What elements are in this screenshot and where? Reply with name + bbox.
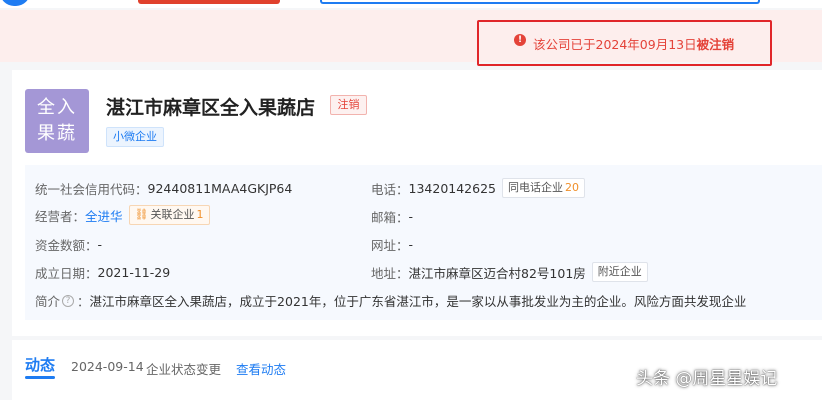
header-action-button[interactable] bbox=[138, 0, 280, 4]
phone-row: 电话： 13420142625 同电话企业 20 bbox=[371, 178, 585, 198]
address-value: 湛江市麻章区迈合村82号101房 bbox=[408, 265, 586, 281]
activity-tab-indicator bbox=[25, 376, 55, 379]
intro-row: 简介 ? ： 湛江市麻章区全入果蔬店，成立于2021年，位于广东省湛江市，是一家… bbox=[35, 291, 746, 310]
related-count: 1 bbox=[196, 208, 204, 221]
logo-line-1: 全入 bbox=[37, 97, 77, 118]
same-phone-companies-button[interactable]: 同电话企业 20 bbox=[502, 178, 585, 198]
credit-code-label: 统一社会信用代码： bbox=[35, 182, 148, 197]
address-row: 地址： 湛江市麻章区迈合村82号101房 附近企业 bbox=[371, 262, 648, 282]
operator-link[interactable]: 全进华 bbox=[85, 206, 123, 225]
warning-icon: ! bbox=[514, 34, 526, 46]
cancellation-notice: ! 该公司已于2024年09月13日被注销 bbox=[477, 20, 772, 66]
phone-value: 13420142625 bbox=[408, 180, 496, 196]
intro-text: 湛江市麻章区全入果蔬店，成立于2021年，位于广东省湛江市，是一家以从事批发业为… bbox=[89, 294, 747, 309]
capital-label: 资金数额： bbox=[35, 238, 98, 253]
capital-row: 资金数额： - bbox=[35, 235, 102, 254]
operator-label: 经营者： bbox=[35, 208, 86, 224]
capital-value: - bbox=[97, 237, 103, 252]
watermark: 头条 @周星星娱记 bbox=[636, 369, 778, 389]
company-logo: 全入 果蔬 bbox=[25, 89, 89, 153]
operator-row: 经营者： 全进华 ⛓ 关联企业 1 bbox=[35, 205, 210, 225]
help-icon[interactable]: ? bbox=[62, 294, 75, 307]
email-row: 邮箱： - bbox=[371, 207, 413, 226]
email-label: 邮箱： bbox=[371, 210, 409, 225]
search-input[interactable] bbox=[320, 0, 760, 4]
website-row: 网址： - bbox=[371, 235, 413, 254]
email-value: - bbox=[408, 209, 414, 224]
activity-title[interactable]: 动态 bbox=[25, 354, 55, 375]
company-type-tag[interactable]: 小微企业 bbox=[106, 127, 164, 147]
phone-label: 电话： bbox=[371, 181, 409, 197]
top-header bbox=[0, 0, 822, 8]
related-companies-button[interactable]: ⛓ 关联企业 1 bbox=[128, 205, 210, 225]
link-icon: ⛓ bbox=[134, 208, 149, 221]
activity-description: 企业状态变更 bbox=[146, 362, 222, 377]
same-phone-count: 20 bbox=[565, 181, 579, 194]
notice-text: 该公司已于2024年09月13日被注销 bbox=[533, 36, 735, 52]
activity-date: 2024-09-14 bbox=[71, 359, 144, 374]
status-badge: 注销 bbox=[330, 95, 367, 115]
nearby-companies-button[interactable]: 附近企业 bbox=[591, 262, 648, 282]
founded-row: 成立日期： 2021-11-29 bbox=[35, 263, 170, 282]
founded-label: 成立日期： bbox=[35, 266, 98, 281]
view-activity-link[interactable]: 查看动态 bbox=[236, 359, 286, 378]
notice-emphasis: 被注销 bbox=[696, 36, 735, 52]
company-name: 湛江市麻章区全入果蔬店 bbox=[106, 97, 316, 119]
website-value: - bbox=[408, 237, 414, 252]
logo-line-2: 果蔬 bbox=[37, 123, 77, 144]
address-label: 地址： bbox=[371, 265, 409, 281]
website-label: 网址： bbox=[371, 238, 409, 253]
credit-code-value: 92440811MAA4GKJP64 bbox=[147, 181, 293, 196]
intro-separator: ： bbox=[77, 294, 90, 309]
intro-label: 简介 bbox=[35, 294, 61, 309]
site-logo[interactable] bbox=[0, 0, 30, 6]
credit-code-row: 统一社会信用代码： 92440811MAA4GKJP64 bbox=[35, 179, 292, 198]
founded-value: 2021-11-29 bbox=[97, 265, 171, 280]
